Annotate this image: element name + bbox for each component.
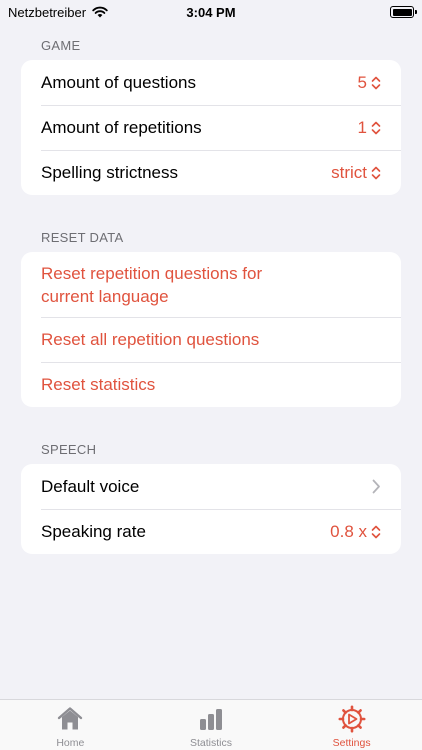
tab-statistics-label: Statistics <box>189 737 232 749</box>
speaking-rate-value: 0.8 x <box>330 521 367 541</box>
tab-settings[interactable]: Settings <box>282 700 422 750</box>
carrier-name: Netzbetreiber <box>8 4 87 20</box>
wifi-icon <box>92 6 108 18</box>
section-header-speech: SPEECH <box>41 442 97 457</box>
spelling-strictness-value: strict <box>331 162 367 182</box>
tab-home[interactable]: Home <box>0 700 140 750</box>
reset-all-repetition-label: Reset all repetition questions <box>41 330 260 349</box>
section-header-game: GAME <box>41 38 81 53</box>
house-icon <box>58 707 83 730</box>
up-down-chevron-icon <box>371 166 381 179</box>
speech-settings-card: Default voice Speaking rate 0.8 x <box>21 464 401 554</box>
amount-of-repetitions-label: Amount of repetitions <box>41 117 202 137</box>
tab-bar: Home Statistics Settings <box>0 699 422 750</box>
amount-of-questions-picker[interactable]: 5 <box>358 73 381 93</box>
game-settings-card: Amount of questions 5 Amount of repetiti… <box>21 60 401 195</box>
default-voice-row[interactable]: Default voice <box>21 464 401 509</box>
reset-all-repetition-button[interactable]: Reset all repetition questions <box>21 317 401 362</box>
amount-of-questions-label: Amount of questions <box>41 72 196 92</box>
spelling-strictness-picker[interactable]: strict <box>331 163 381 183</box>
spelling-strictness-row[interactable]: Spelling strictness strict <box>21 150 401 195</box>
bar-chart-icon <box>199 709 222 730</box>
gear-icon <box>338 705 366 733</box>
up-down-chevron-icon <box>371 121 381 134</box>
speaking-rate-label: Speaking rate <box>41 521 146 541</box>
up-down-chevron-icon <box>371 76 381 89</box>
tab-settings-label: Settings <box>332 737 371 749</box>
amount-of-repetitions-value: 1 <box>357 117 367 137</box>
speaking-rate-picker[interactable]: 0.8 x <box>330 522 381 542</box>
amount-of-questions-row[interactable]: Amount of questions 5 <box>21 60 401 105</box>
reset-repetition-current-language-label: Reset repetition questions for current l… <box>41 263 263 306</box>
status-left: Netzbetreiber <box>8 5 108 20</box>
default-voice-label: Default voice <box>41 476 140 496</box>
up-down-chevron-icon <box>371 525 381 538</box>
status-bar: Netzbetreiber 3:04 PM <box>0 0 422 24</box>
section-header-reset-data: RESET DATA <box>41 230 124 245</box>
amount-of-repetitions-picker[interactable]: 1 <box>358 118 381 138</box>
tab-statistics[interactable]: Statistics <box>141 700 281 750</box>
reset-statistics-button[interactable]: Reset statistics <box>21 362 401 407</box>
reset-data-card: Reset repetition questions for current l… <box>21 252 401 407</box>
reset-statistics-label: Reset statistics <box>41 375 156 394</box>
battery-icon <box>390 6 417 18</box>
speaking-rate-row[interactable]: Speaking rate 0.8 x <box>21 509 401 554</box>
amount-of-questions-value: 5 <box>357 72 367 92</box>
chevron-right-icon <box>372 479 380 494</box>
spelling-strictness-label: Spelling strictness <box>41 162 179 182</box>
reset-repetition-current-language-button[interactable]: Reset repetition questions for current l… <box>21 252 401 317</box>
tab-home-label: Home <box>56 737 85 749</box>
amount-of-repetitions-row[interactable]: Amount of repetitions 1 <box>21 105 401 150</box>
